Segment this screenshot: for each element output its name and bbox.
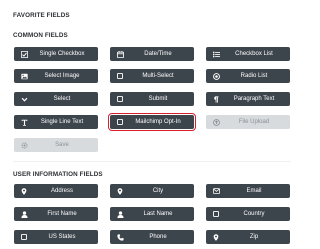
submit-button[interactable]: Submit (110, 92, 194, 106)
save-button[interactable]: Save (14, 138, 98, 152)
phone-button[interactable]: Phone (110, 230, 194, 244)
select-button[interactable]: Select (14, 92, 98, 106)
date-time-button[interactable]: Date/Time (110, 47, 194, 61)
country-button[interactable]: Country (206, 207, 290, 221)
address-button[interactable]: Address (14, 184, 98, 198)
country-label: Country (243, 211, 265, 217)
paragraph-text-label: Paragraph Text (233, 96, 275, 102)
section-divider (13, 161, 291, 162)
checkbox-list-button[interactable]: Checkbox List (206, 47, 290, 61)
city-button[interactable]: City (110, 184, 194, 198)
first-name-button[interactable]: First Name (14, 207, 98, 221)
phone-label: Phone (149, 234, 167, 240)
multi-select-button[interactable]: Multi-Select (110, 69, 194, 83)
file-upload-label: File Upload (238, 119, 270, 125)
zip-label: Zip (249, 234, 259, 240)
common-fields-heading: COMMON FIELDS (13, 32, 68, 39)
email-button[interactable]: Email (206, 184, 290, 198)
save-label: Save (55, 142, 69, 148)
select-image-label: Select Image (44, 73, 80, 79)
paragraph-text-button[interactable]: Paragraph Text (206, 92, 290, 106)
us-states-button[interactable]: US States (14, 230, 98, 244)
select-image-button[interactable]: Select Image (14, 69, 98, 83)
submit-label: Submit (148, 96, 168, 102)
first-name-label: First Name (47, 211, 77, 217)
single-checkbox-label: Single Checkbox (39, 51, 85, 57)
multi-select-label: Multi-Select (142, 73, 174, 79)
us-states-label: US States (48, 234, 76, 240)
radio-list-button[interactable]: Radio List (206, 69, 290, 83)
mailchimp-opt-in-button[interactable]: Mailchimp Opt-In (107, 112, 197, 132)
file-upload-button[interactable]: File Upload (206, 115, 290, 129)
last-name-button[interactable]: Last Name (110, 207, 194, 221)
zip-button[interactable]: Zip (206, 230, 290, 244)
single-line-text-label: Single Line Text (40, 119, 84, 125)
last-name-label: Last Name (143, 211, 173, 217)
city-label: City (152, 188, 164, 194)
favorite-fields-heading: FAVORITE FIELDS (13, 12, 70, 19)
user-information-fields-heading: USER INFORMATION FIELDS (13, 171, 103, 178)
checkbox-list-label: Checkbox List (235, 51, 273, 57)
email-label: Email (246, 188, 262, 194)
single-line-text-button[interactable]: Single Line Text (14, 115, 98, 129)
radio-list-label: Radio List (240, 73, 268, 79)
single-checkbox-button[interactable]: Single Checkbox (14, 47, 98, 61)
mailchimp-opt-in-label: Mailchimp Opt-In (135, 119, 181, 125)
address-label: Address (50, 188, 73, 194)
select-label: Select (53, 96, 71, 102)
date-time-label: Date/Time (144, 51, 172, 57)
